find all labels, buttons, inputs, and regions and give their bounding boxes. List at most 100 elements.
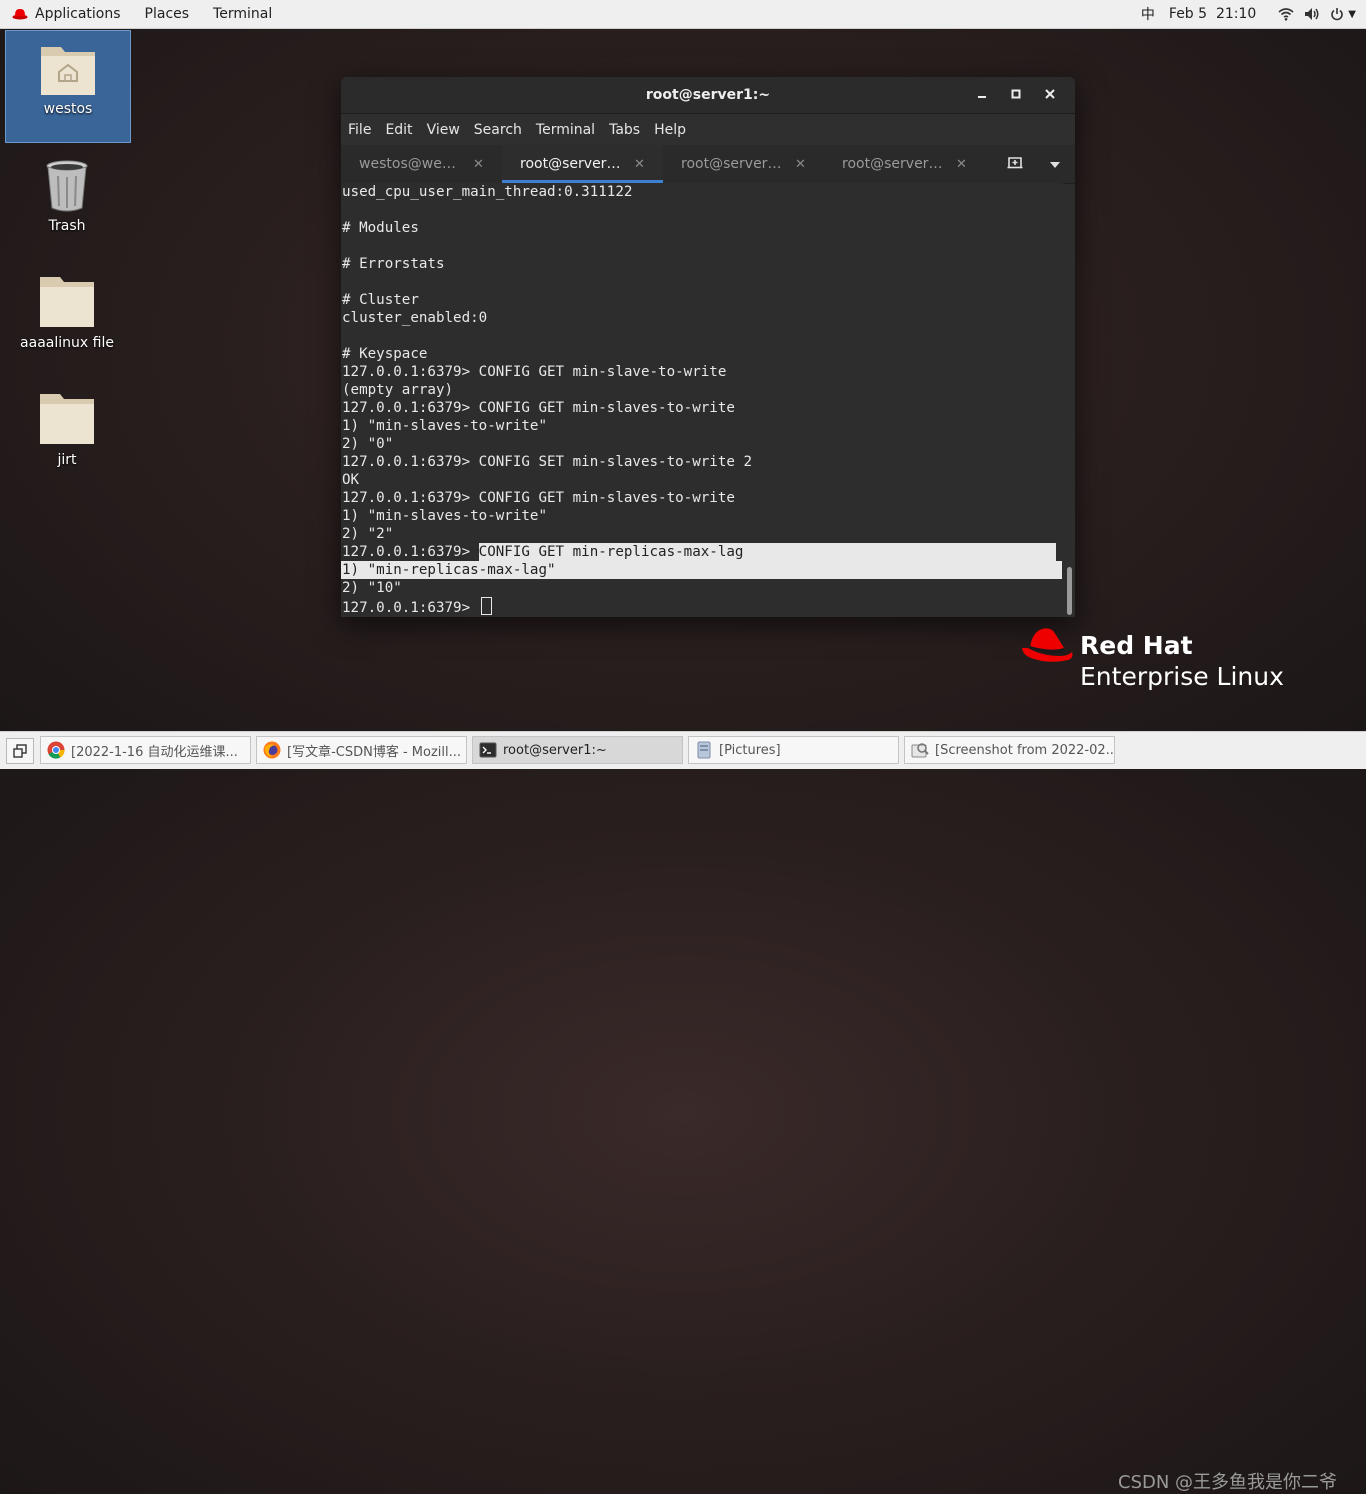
wifi-icon[interactable] — [1278, 7, 1294, 21]
chrome-icon — [47, 741, 65, 759]
volume-icon[interactable] — [1304, 7, 1320, 21]
taskbar-item-terminal[interactable]: root@server1:~ — [472, 736, 683, 764]
chevron-down-icon — [1050, 162, 1060, 168]
desktop-icon-aaaalinux-file[interactable]: aaaalinux file — [5, 275, 129, 351]
redhat-logo-icon — [12, 9, 28, 20]
applications-menu[interactable]: Applications — [0, 0, 133, 28]
terminal-line: 127.0.0.1:6379> CONFIG SET min-slaves-to… — [342, 454, 752, 470]
terminal-line: 2) "2" — [342, 526, 394, 542]
tab-label: root@server1:~ — [520, 156, 623, 172]
scrollbar[interactable] — [1067, 567, 1072, 615]
tab-server1[interactable]: root@server1:~ ✕ — [502, 145, 663, 183]
terminal-line: OK — [342, 472, 360, 488]
watermark: CSDN @王多鱼我是你二爷 — [1118, 1472, 1338, 1493]
terminal-line: 1) "min-slaves-to-write" — [342, 508, 547, 524]
tab-server2[interactable]: root@server2:~ ✕ — [663, 145, 824, 183]
clock[interactable]: Feb 5 21:10 — [1169, 6, 1256, 22]
prompt: 127.0.0.1:6379> — [342, 544, 479, 560]
tab-server3[interactable]: root@server3:~ ✕ — [824, 145, 985, 183]
terminal-line: 2) "0" — [342, 436, 394, 452]
terminal-window[interactable]: root@server1:~ File Edit View Search Ter… — [341, 77, 1075, 617]
tab-close-icon[interactable]: ✕ — [956, 157, 967, 172]
terminal-line: # Keyspace — [342, 346, 428, 362]
redhat-logo-icon — [1022, 628, 1073, 662]
terminal-app-menu[interactable]: Terminal — [201, 0, 284, 28]
top-panel: Applications Places Terminal 中 Feb 5 21:… — [0, 0, 1366, 29]
maximize-button[interactable] — [999, 87, 1033, 103]
tab-close-icon[interactable]: ✕ — [795, 157, 806, 172]
terminal-line: cluster_enabled:0 — [342, 310, 488, 326]
taskbar-item-label: [Pictures] — [719, 742, 781, 758]
new-tab-icon — [1007, 157, 1023, 169]
terminal-line: 127.0.0.1:6379> CONFIG GET min-replicas-… — [341, 543, 1063, 561]
terminal-line: used_cpu_user_main_thread:0.311122 — [342, 184, 633, 200]
minimize-icon — [978, 96, 986, 98]
taskbar: [2022-1-16 自动化运维课... [写文章-CSDN博客 - Mozil… — [0, 731, 1366, 1493]
power-icon[interactable] — [1330, 7, 1344, 21]
tab-bar: westos@westos:~ ✕ root@server1:~ ✕ root@… — [341, 145, 1075, 184]
desktop-icon-label: Trash — [48, 218, 86, 234]
desktop-icon-trash[interactable]: Trash — [5, 158, 129, 234]
image-viewer-icon — [911, 743, 929, 758]
tab-label: root@server3:~ — [842, 156, 945, 172]
terminal-line: # Modules — [342, 220, 419, 236]
terminal-line: 1) "min-slaves-to-write" — [342, 418, 547, 434]
taskbar-item-screenshot[interactable]: [Screenshot from 2022-02... — [904, 736, 1115, 764]
taskbar-item-firefox[interactable]: [写文章-CSDN博客 - Mozill... — [256, 736, 467, 764]
chevron-down-icon[interactable]: ▼ — [1348, 9, 1356, 20]
minimize-button[interactable] — [965, 87, 999, 103]
menu-search[interactable]: Search — [469, 122, 527, 138]
folder-icon — [40, 277, 94, 327]
taskbar-item-label: [2022-1-16 自动化运维课... — [71, 744, 238, 760]
window-titlebar[interactable]: root@server1:~ — [341, 77, 1075, 114]
terminal-line: # Errorstats — [342, 256, 445, 272]
desktop-icon-label: jirt — [57, 452, 77, 468]
taskbar-item-chrome[interactable]: [2022-1-16 自动化运维课... — [40, 736, 251, 764]
trash-icon — [46, 160, 88, 212]
terminal-line: 127.0.0.1:6379> CONFIG GET min-slave-to-… — [342, 364, 727, 380]
folder-icon — [40, 394, 94, 444]
menu-bar: File Edit View Search Terminal Tabs Help — [341, 114, 1075, 145]
show-desktop-button[interactable] — [6, 738, 34, 764]
home-folder-icon — [41, 47, 95, 95]
menu-tabs[interactable]: Tabs — [604, 122, 645, 138]
desktop-icon-westos[interactable]: westos — [5, 30, 131, 143]
taskbar-item-label: [Screenshot from 2022-02... — [935, 742, 1115, 758]
text-cursor — [480, 597, 492, 615]
brand-line-1: Red Hat — [1080, 631, 1193, 660]
desktop-icon-label: aaaalinux file — [20, 335, 114, 351]
terminal-output[interactable]: used_cpu_user_main_thread:0.311122 # Modu… — [341, 183, 1063, 617]
desktop-icon-jirt[interactable]: jirt — [5, 392, 129, 468]
close-icon — [1045, 89, 1055, 99]
brand-line-2: Enterprise Linux — [1080, 662, 1284, 691]
tabs-menu-button[interactable] — [1035, 156, 1075, 172]
terminal-line: 127.0.0.1:6379> CONFIG GET min-slaves-to… — [342, 490, 735, 506]
places-menu[interactable]: Places — [133, 0, 202, 28]
new-tab-button[interactable] — [995, 155, 1035, 173]
terminal-icon — [479, 742, 497, 758]
close-button[interactable] — [1033, 87, 1067, 103]
tab-label: westos@westos:~ — [359, 156, 461, 172]
tab-close-icon[interactable]: ✕ — [634, 157, 645, 172]
taskbar-item-label: root@server1:~ — [503, 742, 607, 758]
taskbar-item-pictures[interactable]: [Pictures] — [688, 736, 899, 764]
menu-edit[interactable]: Edit — [380, 122, 417, 138]
tab-close-icon[interactable]: ✕ — [473, 157, 484, 172]
menu-help[interactable]: Help — [649, 122, 691, 138]
menu-file[interactable]: File — [343, 122, 376, 138]
maximize-icon — [1011, 89, 1021, 99]
menu-view[interactable]: View — [422, 122, 465, 138]
input-method-indicator[interactable]: 中 — [1141, 4, 1155, 24]
tab-westos[interactable]: westos@westos:~ ✕ — [341, 145, 502, 183]
file-manager-icon — [697, 741, 711, 759]
prompt: 127.0.0.1:6379> — [342, 600, 479, 616]
firefox-icon — [263, 741, 281, 759]
terminal-line: 2) "10" — [342, 580, 402, 596]
selected-text: 1) "min-replicas-max-lag" — [341, 561, 1062, 579]
menu-terminal[interactable]: Terminal — [531, 122, 600, 138]
terminal-prompt-line[interactable]: 127.0.0.1:6379> — [341, 597, 1063, 616]
